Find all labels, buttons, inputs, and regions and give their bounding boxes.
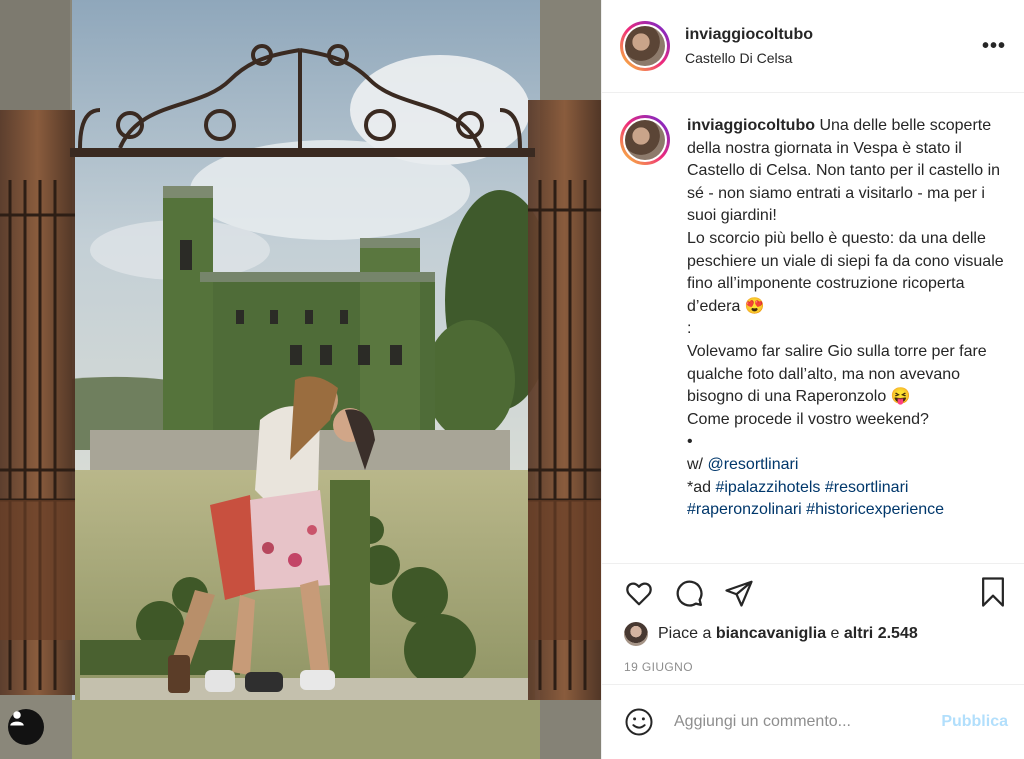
- caption-line: Volevamo far salire Gio sulla torre per …: [687, 342, 987, 406]
- comment-bar: Pubblica: [602, 684, 1024, 759]
- liker-avatar[interactable]: [624, 622, 648, 646]
- caption-line: •: [687, 433, 693, 451]
- emoji-icon[interactable]: [624, 707, 654, 737]
- share-icon[interactable]: [724, 578, 754, 608]
- avatar[interactable]: [620, 21, 670, 71]
- castle-garden-image: [0, 0, 601, 759]
- user-icon: [10, 711, 24, 726]
- likes-count[interactable]: altri 2.548: [844, 625, 918, 643]
- caption-username[interactable]: inviaggiocoltubo: [687, 117, 815, 134]
- hashtag-links[interactable]: #ipalazzihotels #resortlinari: [715, 479, 908, 496]
- more-options-icon[interactable]: •••: [982, 36, 1006, 56]
- header-location[interactable]: Castello Di Celsa: [685, 50, 813, 66]
- mention-link[interactable]: @resortlinari: [707, 456, 798, 473]
- caption-line: Lo scorcio più bello è questo: da una de…: [687, 229, 1004, 315]
- caption-section: inviaggiocoltubo Una delle belle scopert…: [602, 93, 1024, 563]
- mention-prefix: w/: [687, 455, 708, 473]
- likes-prefix: Piace a: [658, 625, 712, 642]
- post-date[interactable]: 19 GIUGNO: [624, 660, 1008, 674]
- header-username[interactable]: inviaggiocoltubo: [685, 26, 813, 44]
- hashtag-links-cut[interactable]: #raperonzolinari #historicexperience: [687, 499, 1007, 522]
- likes-middle: e: [830, 625, 840, 642]
- liker-username[interactable]: biancavaniglia: [716, 625, 826, 643]
- post-photo[interactable]: [0, 0, 601, 759]
- bookmark-icon[interactable]: [978, 576, 1008, 608]
- post-side-panel: inviaggiocoltubo Castello Di Celsa ••• i…: [601, 0, 1024, 759]
- caption-line: Come procede il vostro weekend?: [687, 410, 929, 428]
- post-header: inviaggiocoltubo Castello Di Celsa •••: [602, 0, 1024, 93]
- caption-text: inviaggiocoltubo Una delle belle scopert…: [687, 115, 1007, 563]
- likes-summary: Piace a biancavaniglia e altri 2.548: [624, 622, 1008, 646]
- actions-section: Piace a biancavaniglia e altri 2.548 19 …: [602, 563, 1024, 684]
- hashtags-prefix: *ad: [687, 478, 716, 496]
- caption-avatar[interactable]: [620, 115, 670, 165]
- heart-icon[interactable]: [624, 578, 654, 608]
- comment-icon[interactable]: [674, 578, 704, 608]
- publish-button[interactable]: Pubblica: [941, 713, 1008, 731]
- caption-line: :: [687, 320, 692, 338]
- tagged-users-button[interactable]: [8, 709, 44, 745]
- instagram-post: inviaggiocoltubo Castello Di Celsa ••• i…: [0, 0, 1024, 759]
- comment-input[interactable]: [674, 713, 942, 731]
